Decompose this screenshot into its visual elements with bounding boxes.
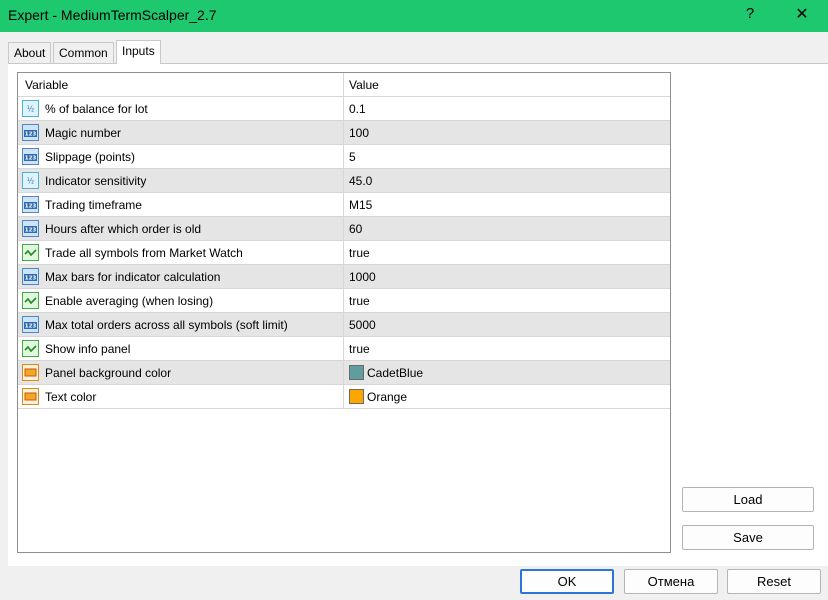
cancel-button[interactable]: Отмена — [624, 569, 718, 594]
svg-text:123: 123 — [25, 204, 37, 210]
value-cell[interactable]: true — [349, 294, 370, 308]
tab-about[interactable]: About — [8, 42, 52, 63]
column-header-value[interactable]: Value — [349, 78, 379, 92]
value-cell[interactable]: CadetBlue — [367, 366, 423, 380]
load-button[interactable]: Load — [682, 487, 814, 512]
reset-button[interactable]: Reset — [727, 569, 821, 594]
svg-text:123: 123 — [25, 228, 37, 234]
bool-icon — [22, 340, 39, 357]
color-swatch[interactable] — [349, 389, 364, 404]
number-123-icon: 123 — [22, 268, 39, 285]
bool-icon — [22, 292, 39, 309]
value-cell[interactable]: 0.1 — [349, 102, 366, 116]
number-123-icon: 123 — [22, 196, 39, 213]
tab-inputs[interactable]: Inputs — [116, 40, 161, 64]
value-cell[interactable]: 60 — [349, 222, 362, 236]
variable-name: Slippage (points) — [45, 150, 136, 164]
table-row[interactable]: 123 Max bars for indicator calculation 100… — [18, 265, 670, 289]
value-cell[interactable]: M15 — [349, 198, 372, 212]
color-swatch[interactable] — [349, 365, 364, 380]
table-row[interactable]: ½ Indicator sensitivity 45.0 — [18, 169, 670, 193]
cell-separator — [343, 361, 344, 384]
value-cell[interactable]: true — [349, 342, 370, 356]
window-title: Expert - MediumTermScalper_2.7 — [8, 7, 217, 23]
table-row[interactable]: Trade all symbols from Market Watch true — [18, 241, 670, 265]
cell-separator — [343, 97, 344, 120]
variable-name: Enable averaging (when losing) — [45, 294, 214, 308]
table-row[interactable]: 123 Slippage (points) 5 — [18, 145, 670, 169]
number-123-icon: 123 — [22, 148, 39, 165]
value-cell[interactable]: Orange — [367, 390, 407, 404]
variable-name: % of balance for lot — [45, 102, 148, 116]
tab-common[interactable]: Common — [53, 42, 114, 63]
svg-text:123: 123 — [25, 276, 37, 282]
cell-separator — [343, 289, 344, 312]
svg-text:123: 123 — [25, 132, 37, 138]
variable-name: Text color — [45, 390, 97, 404]
table-row[interactable]: Show info panel true — [18, 337, 670, 361]
cell-separator — [343, 169, 344, 192]
cell-separator — [343, 385, 344, 408]
table-row[interactable]: 123 Magic number 100 — [18, 121, 670, 145]
table-row[interactable]: 123 Trading timeframe M15 — [18, 193, 670, 217]
variable-name: Magic number — [45, 126, 122, 140]
cell-separator — [343, 145, 344, 168]
table-row[interactable]: 123 Hours after which order is old 60 — [18, 217, 670, 241]
column-header-variable[interactable]: Variable — [25, 78, 68, 92]
column-separator[interactable] — [343, 73, 344, 97]
svg-text:½: ½ — [27, 177, 34, 186]
svg-text:123: 123 — [25, 324, 37, 330]
inputs-grid: Variable Value ½ % of balance for lot 0.1 1… — [17, 72, 671, 553]
cell-separator — [343, 217, 344, 240]
help-button[interactable]: ? — [740, 5, 760, 27]
grid-rows: ½% of balance for lot 0.1 123 Magic number 1… — [18, 97, 670, 409]
number-123-icon: 123 — [22, 124, 39, 141]
variable-name: Trade all symbols from Market Watch — [45, 246, 243, 260]
cell-separator — [343, 241, 344, 264]
value-cell[interactable]: 100 — [349, 126, 369, 140]
variable-name: Show info panel — [45, 342, 131, 356]
variable-name: Max bars for indicator calculation — [45, 270, 221, 284]
title-bar: Expert - MediumTermScalper_2.7 ? ✕ — [0, 0, 828, 32]
table-row[interactable]: Panel background color CadetBlue — [18, 361, 670, 385]
variable-name: Trading timeframe — [45, 198, 142, 212]
svg-text:½: ½ — [27, 105, 34, 114]
variable-name: Max total orders across all symbols (sof… — [45, 318, 288, 332]
value-cell[interactable]: 5000 — [349, 318, 376, 332]
save-button[interactable]: Save — [682, 525, 814, 550]
variable-name: Indicator sensitivity — [45, 174, 147, 188]
bool-icon — [22, 244, 39, 261]
value-cell[interactable]: 45.0 — [349, 174, 372, 188]
half-icon: ½ — [22, 172, 39, 189]
table-row[interactable]: Text color Orange — [18, 385, 670, 409]
value-cell[interactable]: 5 — [349, 150, 356, 164]
cell-separator — [343, 121, 344, 144]
ok-button[interactable]: OK — [520, 569, 614, 594]
close-button[interactable]: ✕ — [790, 4, 814, 28]
cell-separator — [343, 265, 344, 288]
table-row[interactable]: ½ % of balance for lot 0.1 — [18, 97, 670, 121]
table-row[interactable]: 123 Max total orders across all symbols (… — [18, 313, 670, 337]
color-icon — [22, 388, 39, 405]
half-icon: ½ — [22, 100, 39, 117]
value-cell[interactable]: 1000 — [349, 270, 376, 284]
cell-separator — [343, 313, 344, 336]
color-icon — [22, 364, 39, 381]
grid-header: Variable Value — [18, 73, 670, 97]
svg-text:123: 123 — [25, 156, 37, 162]
cell-separator — [343, 337, 344, 360]
number-123-icon: 123 — [22, 316, 39, 333]
value-cell[interactable]: true — [349, 246, 370, 260]
variable-name: Panel background color — [45, 366, 172, 380]
table-row[interactable]: Enable averaging (when losing) true — [18, 289, 670, 313]
variable-name: Hours after which order is old — [45, 222, 202, 236]
cell-separator — [343, 193, 344, 216]
number-123-icon: 123 — [22, 220, 39, 237]
